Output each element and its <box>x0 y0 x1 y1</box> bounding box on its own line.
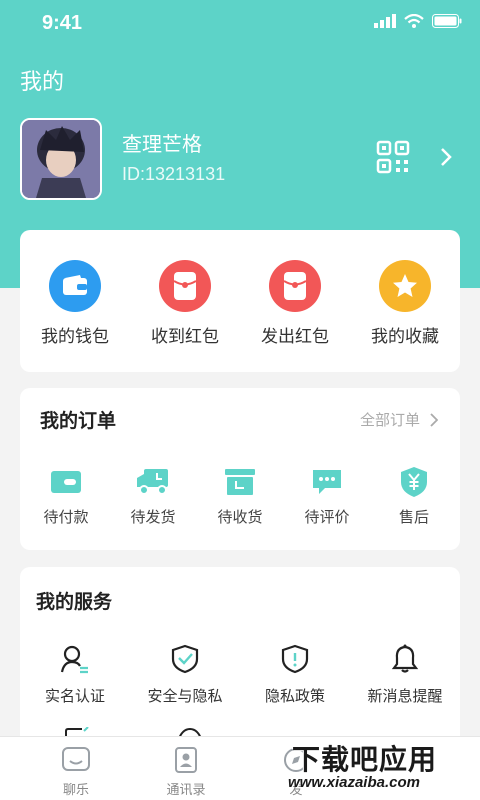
wallet-item-received-red-packet[interactable]: 收到红包 <box>130 260 240 347</box>
page-title: 我的 <box>20 70 65 95</box>
tab-chat[interactable]: 聊乐 <box>26 745 126 798</box>
signal-icon <box>374 14 396 28</box>
service-privacy-policy[interactable]: 隐私政策 <box>240 643 350 706</box>
comment-icon <box>283 466 371 498</box>
avatar[interactable] <box>20 118 102 200</box>
status-icons <box>374 14 462 28</box>
service-label: 安全与隐私 <box>147 687 223 705</box>
battery-icon <box>432 14 462 28</box>
wallet-item-sent-red-packet[interactable]: 发出红包 <box>240 260 350 347</box>
tab-contacts[interactable]: 通讯录 <box>136 745 236 798</box>
order-item-label: 待发货 <box>130 508 176 526</box>
service-label: 隐私政策 <box>264 687 325 705</box>
services-title: 我的服务 <box>36 591 113 613</box>
status-bar: 9:41 <box>0 0 480 48</box>
status-time: 9:41 <box>42 12 83 34</box>
all-orders-link[interactable]: 全部订单 <box>360 409 438 430</box>
wallet-card-icon <box>22 466 110 498</box>
orders-title: 我的订单 <box>40 410 117 432</box>
order-item-label: 待收货 <box>217 508 263 526</box>
qr-code-icon[interactable] <box>376 140 410 174</box>
tab-label: 聊乐 <box>62 783 89 798</box>
order-after-sales[interactable]: 售后 <box>370 466 458 527</box>
order-pending-payment[interactable]: 待付款 <box>22 466 110 527</box>
wifi-icon <box>404 14 424 28</box>
watermark-url: www.xiazaiba.com <box>288 774 420 791</box>
order-item-label: 待评价 <box>304 508 350 526</box>
shield-yen-icon <box>370 466 458 498</box>
wallet-item-label: 我的钱包 <box>41 327 109 347</box>
order-pending-shipment[interactable]: 待发货 <box>109 466 197 527</box>
user-verify-icon <box>20 643 130 675</box>
order-pending-review[interactable]: 待评价 <box>283 466 371 527</box>
service-label: 实名认证 <box>44 687 105 705</box>
wallet-item-label: 发出红包 <box>261 327 329 347</box>
orders-card: 我的订单 全部订单 待付款 待发货 待收货 待评价 售后 <box>20 388 460 550</box>
order-item-label: 待付款 <box>43 508 89 526</box>
watermark-title: 下载吧应用 <box>292 743 438 776</box>
chevron-right-icon[interactable] <box>438 146 454 168</box>
service-label: 新消息提醒 <box>367 687 443 705</box>
wallet-item-label: 收到红包 <box>151 327 219 347</box>
chevron-right-icon <box>430 412 438 427</box>
shield-alert-icon <box>240 643 350 675</box>
red-packet-icon <box>159 260 211 312</box>
wallet-card: 我的钱包 收到红包 发出红包 我的收藏 <box>20 230 460 372</box>
service-new-message-alert[interactable]: 新消息提醒 <box>350 643 460 706</box>
star-icon <box>379 260 431 312</box>
user-nickname: 查理芒格 <box>122 132 202 156</box>
shield-check-icon <box>130 643 240 675</box>
service-security-privacy[interactable]: 安全与隐私 <box>130 643 240 706</box>
tab-label: 通讯录 <box>166 783 206 798</box>
all-orders-label: 全部订单 <box>359 411 420 429</box>
wallet-item-my-wallet[interactable]: 我的钱包 <box>20 260 130 347</box>
chat-face-icon <box>26 745 126 775</box>
box-icon <box>196 466 284 498</box>
site-watermark: 下载吧应用 www.xiazaiba.com <box>284 738 476 800</box>
wallet-icon <box>49 260 101 312</box>
contacts-icon <box>136 745 236 775</box>
profile-section[interactable]: 查理芒格 ID:13213131 <box>20 118 460 200</box>
wallet-item-favorites[interactable]: 我的收藏 <box>350 260 460 347</box>
truck-icon <box>109 466 197 498</box>
order-pending-receipt[interactable]: 待收货 <box>196 466 284 527</box>
user-id: ID:13213131 <box>122 164 226 184</box>
order-item-label: 售后 <box>398 508 429 526</box>
red-packet-icon <box>269 260 321 312</box>
service-real-name-auth[interactable]: 实名认证 <box>20 643 130 706</box>
wallet-item-label: 我的收藏 <box>371 327 439 347</box>
bell-icon <box>350 643 460 675</box>
